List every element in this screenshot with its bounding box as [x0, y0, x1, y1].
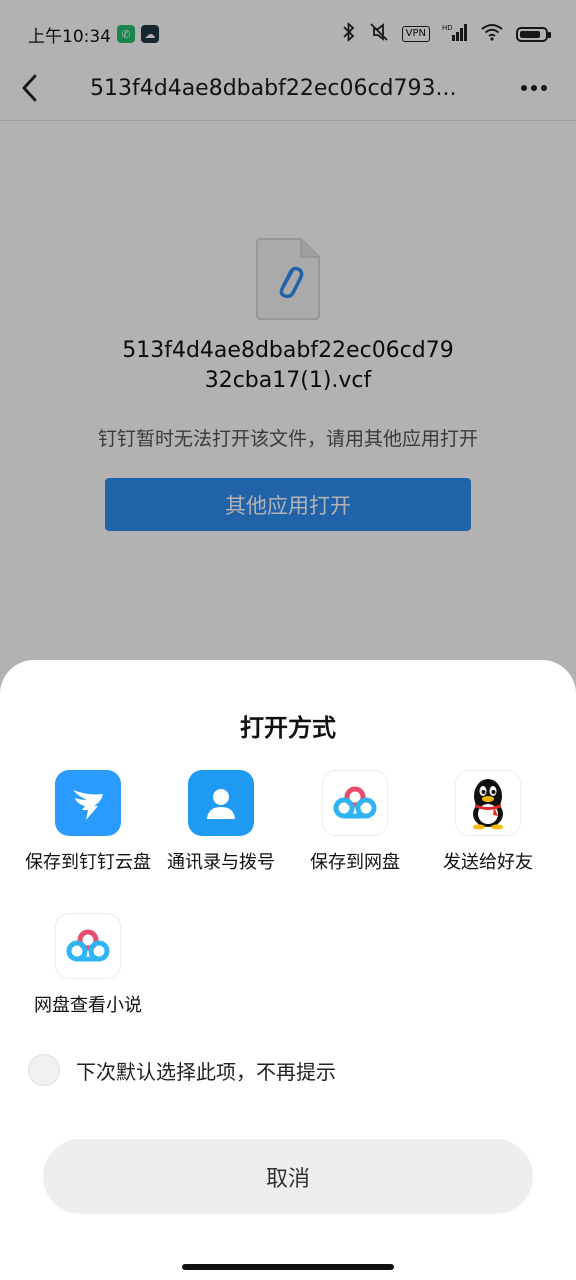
- app-option-netdisk-novel[interactable]: 网盘查看小说: [18, 913, 158, 1019]
- app-label: 保存到网盘: [310, 852, 400, 873]
- app-option-save-to-netdisk[interactable]: 保存到网盘: [285, 770, 425, 876]
- open-with-sheet: 打开方式 保存到钉钉云盘 通讯录与拨号 保存到网盘 发送给好友 网盘查看小说 下…: [0, 660, 576, 1280]
- contacts-icon: [188, 770, 254, 836]
- app-label: 发送给好友: [443, 852, 533, 873]
- qq-penguin-icon: [455, 770, 521, 836]
- dingtalk-icon: [55, 770, 121, 836]
- app-option-contacts[interactable]: 通讯录与拨号: [151, 770, 291, 876]
- baidu-netdisk-icon: [322, 770, 388, 836]
- cancel-button[interactable]: 取消: [43, 1139, 533, 1214]
- baidu-netdisk-icon: [55, 913, 121, 979]
- set-default-radio[interactable]: [28, 1054, 60, 1086]
- app-label: 保存到钉钉云盘: [25, 852, 151, 873]
- app-label: 网盘查看小说: [34, 995, 142, 1016]
- app-option-dingtalk-drive[interactable]: 保存到钉钉云盘: [18, 770, 158, 876]
- set-default-label: 下次默认选择此项，不再提示: [76, 1059, 336, 1084]
- sheet-title: 打开方式: [240, 714, 336, 742]
- set-default-option[interactable]: 下次默认选择此项，不再提示: [28, 1054, 336, 1086]
- app-option-send-to-friend[interactable]: 发送给好友: [418, 770, 558, 876]
- app-label: 通讯录与拨号: [167, 852, 275, 873]
- screen: 上午10:34 ✆ ☁ VPN HD 513f4d4ae8dbabf22ec06…: [0, 0, 576, 1280]
- home-indicator[interactable]: [182, 1264, 394, 1270]
